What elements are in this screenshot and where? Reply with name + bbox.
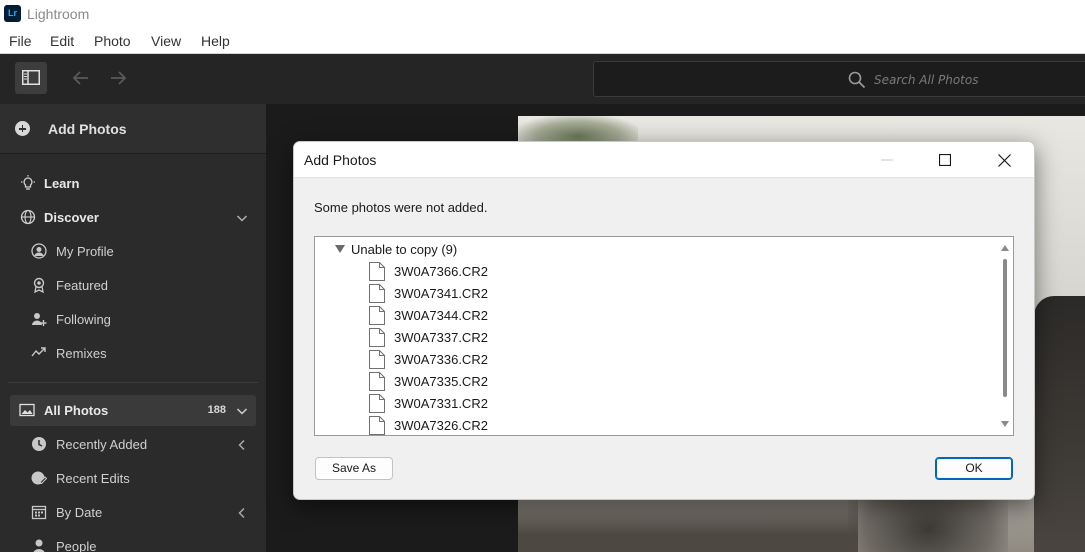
add-icon <box>15 121 30 136</box>
sidebar-item-label: Featured <box>56 278 109 293</box>
sidebar-item-label: Remixes <box>56 346 107 361</box>
sidebar-item-recent-edits[interactable]: Recent Edits <box>0 464 266 494</box>
sidebar-item-featured[interactable]: Featured <box>0 271 266 301</box>
sidebar-item-learn[interactable]: Learn <box>0 169 266 199</box>
minimize-icon <box>881 159 893 161</box>
remix-icon <box>31 347 46 357</box>
panel-toggle-icon <box>22 70 40 85</box>
edit-clock-icon <box>31 471 47 485</box>
chevron-left-icon[interactable] <box>236 439 248 451</box>
file-icon <box>369 372 385 391</box>
failed-files-tree[interactable]: Unable to copy (9) 3W0A7366.CR2 3W0A7341.… <box>314 236 1014 436</box>
file-name: 3W0A7337.CR2 <box>394 330 488 345</box>
search-input[interactable] <box>874 70 1074 90</box>
user-circle-icon <box>31 243 47 259</box>
lightroom-app-icon: Lr <box>4 5 21 22</box>
sidebar-item-label: My Profile <box>56 244 114 259</box>
expand-triangle-icon[interactable] <box>335 245 345 253</box>
sidebar-item-label: Following <box>56 312 111 327</box>
file-icon <box>369 328 385 347</box>
photo-count-badge: 188 <box>207 404 226 416</box>
maximize-icon <box>939 154 951 166</box>
menu-help[interactable]: Help <box>201 33 230 49</box>
sidebar-item-label: People <box>56 539 97 552</box>
close-icon <box>998 154 1011 167</box>
sidebar-item-my-profile[interactable]: My Profile <box>0 237 266 267</box>
file-icon <box>369 306 385 325</box>
file-name: 3W0A7331.CR2 <box>394 396 488 411</box>
file-name: 3W0A7335.CR2 <box>394 374 488 389</box>
sidebar-item-label: Learn <box>44 176 80 191</box>
add-photos-dialog: Add Photos Some photos were not added. U… <box>293 141 1035 500</box>
scroll-thumb[interactable] <box>1003 259 1007 397</box>
file-name: 3W0A7341.CR2 <box>394 286 488 301</box>
dialog-message: Some photos were not added. <box>314 200 488 215</box>
file-icon <box>369 350 385 369</box>
photos-icon <box>19 403 35 417</box>
lightbulb-icon <box>21 175 35 190</box>
menu-file[interactable]: File <box>9 33 32 49</box>
ok-button[interactable]: OK <box>935 457 1013 480</box>
person-icon <box>33 539 45 552</box>
file-name: 3W0A7366.CR2 <box>394 264 488 279</box>
sidebar-item-people[interactable]: People <box>0 532 266 552</box>
scroll-up-icon[interactable] <box>1001 245 1009 251</box>
sidebar-item-following[interactable]: Following <box>0 305 266 335</box>
add-photos-button[interactable]: Add Photos <box>0 104 266 154</box>
maximize-button[interactable] <box>922 142 968 178</box>
chevron-down-icon[interactable] <box>236 405 248 417</box>
dialog-titlebar: Add Photos <box>294 142 1034 178</box>
file-icon <box>369 394 385 413</box>
sidebar-divider <box>8 382 258 383</box>
panel-toggle-button[interactable] <box>15 62 47 94</box>
sidebar-item-remixes[interactable]: Remixes <box>0 339 266 369</box>
dialog-title: Add Photos <box>304 152 377 168</box>
menu-view[interactable]: View <box>151 33 181 49</box>
sidebar-item-label: All Photos <box>44 403 109 418</box>
sidebar-item-recently-added[interactable]: Recently Added <box>0 430 266 460</box>
search-box[interactable] <box>593 61 1085 97</box>
sidebar-item-by-date[interactable]: By Date <box>0 498 266 528</box>
app-title: Lightroom <box>27 6 90 22</box>
tree-group-label: Unable to copy (9) <box>351 242 458 257</box>
file-name: 3W0A7336.CR2 <box>394 352 488 367</box>
user-follow-icon <box>32 313 47 326</box>
calendar-icon <box>31 505 47 520</box>
file-name: 3W0A7344.CR2 <box>394 308 488 323</box>
left-sidebar: Add Photos Learn Discover My Profile Fea… <box>0 104 266 552</box>
chevron-down-icon[interactable] <box>236 212 248 224</box>
award-badge-icon <box>33 277 45 293</box>
arrow-left-icon[interactable] <box>71 68 91 88</box>
sidebar-item-label: Recently Added <box>56 437 148 452</box>
sidebar-item-label: Recent Edits <box>56 471 130 486</box>
add-photos-label: Add Photos <box>48 121 127 137</box>
file-icon <box>369 262 385 281</box>
globe-icon <box>20 209 36 225</box>
scroll-down-icon[interactable] <box>1001 421 1009 427</box>
sidebar-item-all-photos[interactable]: All Photos 188 <box>0 396 266 426</box>
menu-edit[interactable]: Edit <box>50 33 74 49</box>
window-titlebar: Lr Lightroom <box>0 0 1085 28</box>
sidebar-item-label: By Date <box>56 505 103 520</box>
save-as-button[interactable]: Save As <box>315 457 393 480</box>
close-button[interactable] <box>981 142 1027 178</box>
minimize-button[interactable] <box>864 142 910 178</box>
file-name: 3W0A7326.CR2 <box>394 418 488 433</box>
search-icon <box>848 71 866 89</box>
sidebar-item-label: Discover <box>44 210 99 225</box>
menu-photo[interactable]: Photo <box>94 33 131 49</box>
vertical-scrollbar[interactable] <box>997 237 1013 435</box>
file-icon <box>369 284 385 303</box>
file-icon <box>369 416 385 435</box>
sidebar-item-discover[interactable]: Discover <box>0 203 266 233</box>
menu-bar: File Edit Photo View Help <box>0 28 1085 54</box>
chevron-left-icon[interactable] <box>236 507 248 519</box>
clock-icon <box>32 437 46 451</box>
arrow-right-icon[interactable] <box>108 68 128 88</box>
top-toolbar <box>0 54 1085 104</box>
